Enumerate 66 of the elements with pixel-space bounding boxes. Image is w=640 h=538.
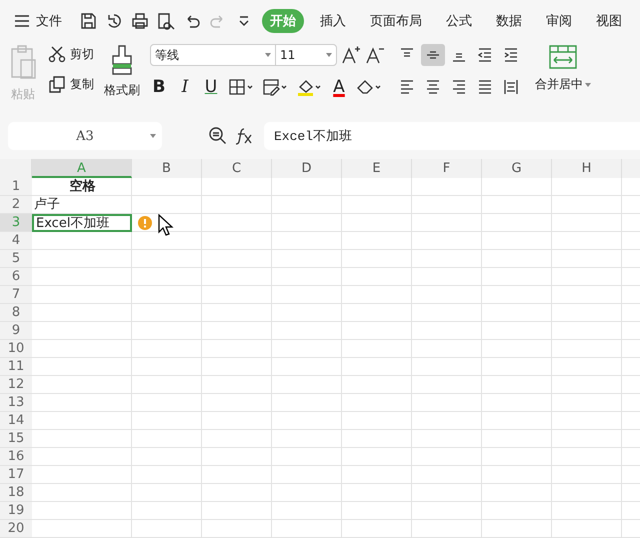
italic-button[interactable]: I [176,77,194,97]
row-header[interactable]: 19 [0,502,32,520]
copy-icon [48,75,66,93]
column-header[interactable]: H [552,159,622,178]
column-header[interactable]: C [202,159,272,178]
merge-center-button[interactable]: 合并居中 [535,76,591,93]
row-header[interactable]: 6 [0,268,32,286]
column-header[interactable]: E [342,159,412,178]
ribbon-tab[interactable]: 公式 [438,9,480,33]
decrease-font-icon[interactable] [365,45,385,65]
table-cell: Excel不加班 [32,214,132,232]
caret-icon [263,53,271,57]
row-header[interactable]: 16 [0,448,32,466]
row-header[interactable]: 12 [0,376,32,394]
table-cell-text: 卢子 [33,196,61,214]
scissors-icon [48,45,66,63]
caret-icon [324,53,332,57]
font-name-dropdown[interactable]: 等线 [150,44,276,66]
bold-button[interactable]: B [150,77,168,97]
underline-button[interactable]: U [202,77,220,97]
copy-button[interactable]: 复制 [48,72,94,96]
formula-input[interactable]: Excel不加班 [264,122,640,150]
column-header[interactable]: D [272,159,342,178]
font-size-dropdown[interactable]: 11 [275,44,337,66]
row-header[interactable]: 2 [0,196,32,214]
column-header[interactable]: B [132,159,202,178]
name-box[interactable]: A3 [8,122,162,150]
row-header[interactable]: 20 [0,520,32,538]
row-header[interactable]: 18 [0,484,32,502]
merge-cells-icon[interactable] [548,44,578,70]
cell-style-icon[interactable] [262,77,288,97]
zoom-icon[interactable] [208,126,228,146]
column-header[interactable]: F [412,159,482,178]
caret-icon [583,82,591,86]
cut-button[interactable]: 剪切 [48,42,94,66]
table-cell-text: 空格 [68,178,96,196]
ribbon-tab[interactable]: 插入 [312,9,354,33]
file-menu-button[interactable]: 文件 [14,12,62,30]
row-header[interactable]: 14 [0,412,32,430]
ribbon-tab[interactable]: 审阅 [538,9,580,33]
row-header[interactable]: 9 [0,322,32,340]
mouse-cursor-icon [158,214,174,236]
row-header[interactable]: 8 [0,304,32,322]
row-header[interactable]: 7 [0,286,32,304]
caret-icon [150,134,156,138]
row-header[interactable]: 1 [0,178,32,196]
menu-icon [14,14,30,28]
ribbon-tab[interactable]: 页面布局 [362,9,430,33]
increase-font-icon[interactable] [341,45,361,65]
row-header[interactable]: 10 [0,340,32,358]
row-header[interactable]: 4 [0,232,32,250]
column-header[interactable]: G [482,159,552,178]
row-header[interactable]: 11 [0,358,32,376]
ribbon-tab[interactable]: 数据 [488,9,530,33]
function-icon[interactable] [234,126,254,146]
font-color-button[interactable]: A [330,77,348,97]
printer-icon[interactable] [130,11,150,31]
alignment-icon[interactable] [421,44,445,66]
row-header[interactable]: 17 [0,466,32,484]
row-header[interactable]: 15 [0,430,32,448]
format-painter-button[interactable]: 格式刷 [104,82,140,99]
row-header[interactable]: 5 [0,250,32,268]
ribbon-tab[interactable]: 视图 [588,9,630,33]
border-icon[interactable] [228,77,254,97]
row-header[interactable]: 13 [0,394,32,412]
preview-icon[interactable] [156,11,176,31]
